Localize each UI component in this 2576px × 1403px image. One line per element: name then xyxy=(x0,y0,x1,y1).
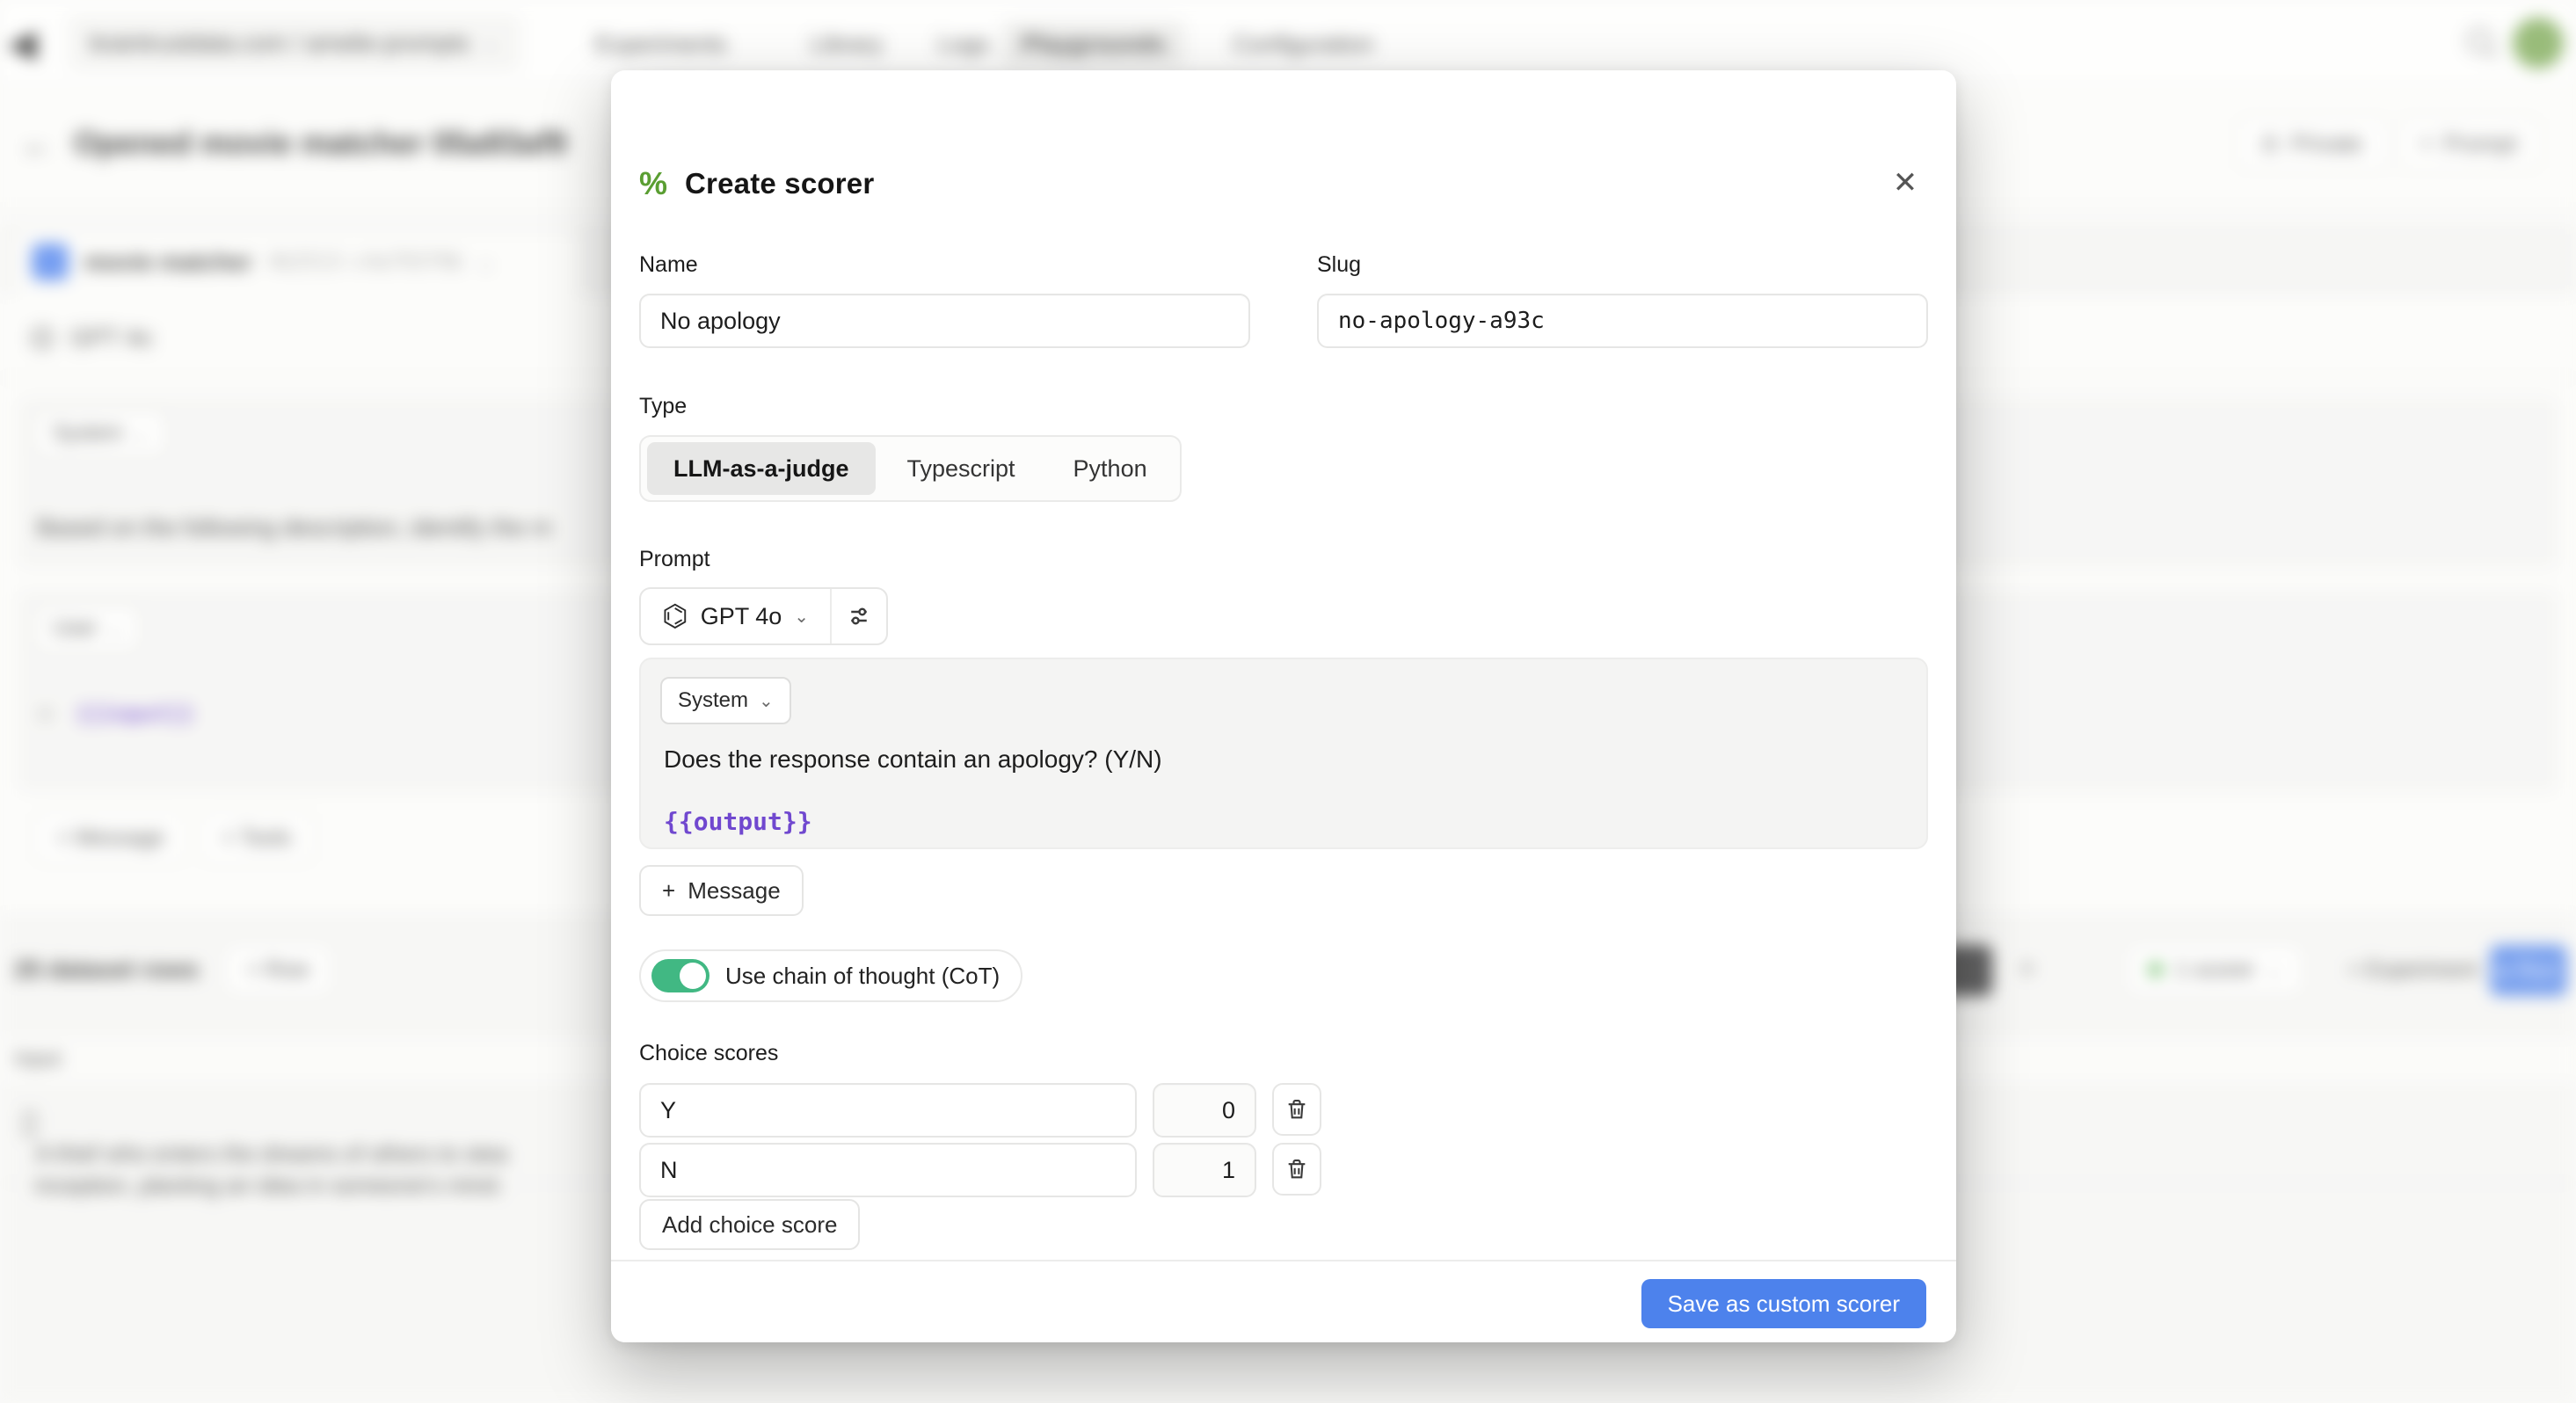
type-tab-typescript[interactable]: Typescript xyxy=(881,442,1042,495)
trash-icon xyxy=(1284,1097,1309,1122)
cot-toggle-label: Use chain of thought (CoT) xyxy=(725,963,1000,990)
choice-scores-label: Choice scores xyxy=(639,1041,778,1066)
modal-title: Create scorer xyxy=(685,167,874,200)
sliders-icon xyxy=(846,603,872,629)
name-input-value: No apology xyxy=(660,308,781,335)
cot-toggle-container: Use chain of thought (CoT) xyxy=(639,949,1022,1002)
chevron-down-icon: ⌄ xyxy=(759,690,774,712)
type-label: Type xyxy=(639,394,687,419)
choice-score-row: Y 0 xyxy=(639,1083,1928,1136)
model-picker-value: GPT 4o xyxy=(701,603,782,630)
choice-value: N xyxy=(660,1157,678,1184)
choice-score-row: N 1 xyxy=(639,1143,1928,1196)
delete-choice-button[interactable] xyxy=(1272,1083,1321,1136)
model-picker-left[interactable]: ⌬ GPT 4o ⌄ xyxy=(641,589,830,643)
model-picker-button: ⌬ GPT 4o ⌄ xyxy=(639,587,888,645)
output-variable[interactable]: {{output}} xyxy=(664,807,812,836)
judge-message-card: System ⌄ Does the response contain an ap… xyxy=(639,658,1928,849)
slug-input-value: no-apology-a93c xyxy=(1338,308,1545,334)
type-tab-python[interactable]: Python xyxy=(1047,442,1174,495)
openai-logo-icon: ⌬ xyxy=(662,599,688,634)
type-segmented-control: LLM-as-a-judge Typescript Python xyxy=(639,435,1182,502)
trash-icon xyxy=(1284,1157,1309,1181)
save-as-custom-scorer-button[interactable]: Save as custom scorer xyxy=(1641,1279,1926,1328)
judge-message-text[interactable]: Does the response contain an apology? (Y… xyxy=(664,745,1162,774)
choice-input[interactable]: Y xyxy=(639,1083,1137,1138)
modal-scroll-area[interactable]: % Create scorer ✕ Name Slug No apology n… xyxy=(611,70,1956,1260)
add-message-button[interactable]: + Message xyxy=(639,865,804,916)
type-tab-llm-as-a-judge[interactable]: LLM-as-a-judge xyxy=(647,442,876,495)
score-value: 1 xyxy=(1222,1157,1235,1184)
delete-choice-button[interactable] xyxy=(1272,1143,1321,1196)
modal-footer: Save as custom scorer xyxy=(611,1260,1956,1342)
name-slug-grid: Name Slug No apology no-apology-a93c xyxy=(639,252,1928,348)
score-input[interactable]: 0 xyxy=(1153,1083,1256,1138)
judge-role-dropdown[interactable]: System ⌄ xyxy=(660,677,791,724)
slug-input[interactable]: no-apology-a93c xyxy=(1317,294,1928,348)
prompt-label: Prompt xyxy=(639,547,710,572)
score-input[interactable]: 1 xyxy=(1153,1143,1256,1197)
name-label: Name xyxy=(639,252,1250,278)
modal-title-row: % Create scorer xyxy=(639,165,874,202)
add-choice-score-button[interactable]: Add choice score xyxy=(639,1199,860,1250)
plus-icon: + xyxy=(662,877,675,905)
judge-role-label: System xyxy=(678,688,748,713)
name-input[interactable]: No apology xyxy=(639,294,1250,348)
toggle-knob xyxy=(680,963,706,989)
percent-scorer-icon: % xyxy=(639,165,667,202)
add-message-label: Message xyxy=(688,877,781,905)
choice-input[interactable]: N xyxy=(639,1143,1137,1197)
close-icon[interactable]: ✕ xyxy=(1884,162,1926,204)
chevron-down-icon: ⌄ xyxy=(794,606,809,628)
score-value: 0 xyxy=(1222,1097,1235,1124)
create-scorer-modal: % Create scorer ✕ Name Slug No apology n… xyxy=(611,70,1956,1342)
slug-label: Slug xyxy=(1317,252,1928,278)
model-settings-button[interactable] xyxy=(832,589,886,643)
cot-toggle[interactable] xyxy=(651,959,709,992)
choice-value: Y xyxy=(660,1097,676,1124)
